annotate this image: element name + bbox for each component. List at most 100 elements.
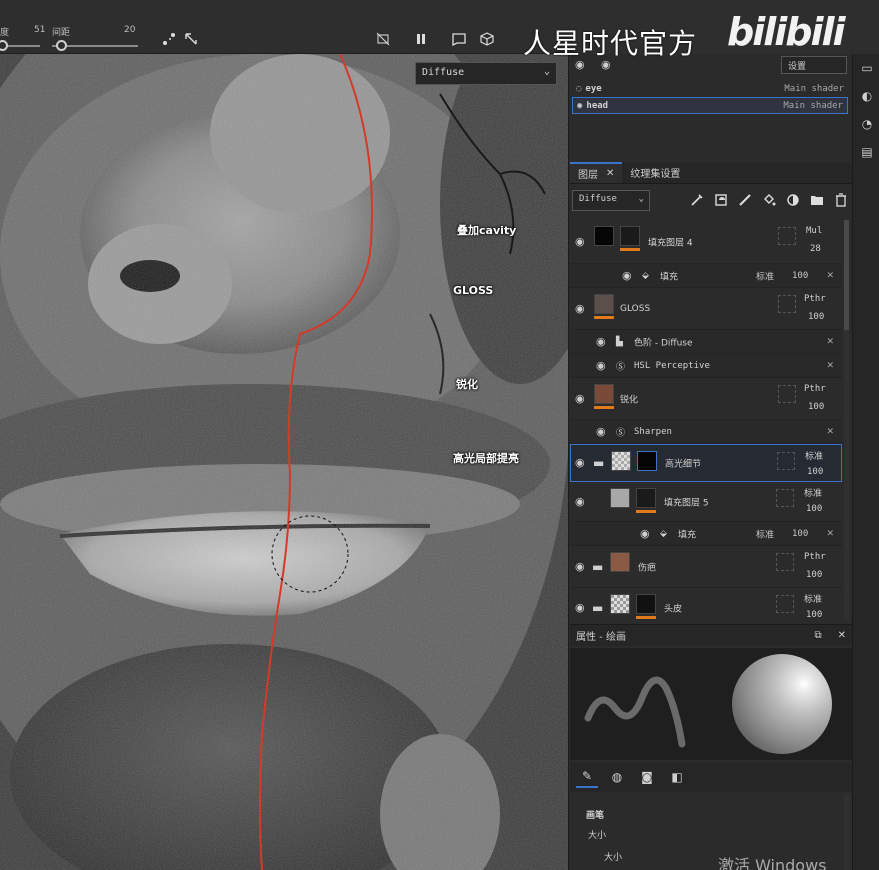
layer-opacity[interactable]: 100 [806,504,822,514]
display-settings-icon[interactable]: ▭ [859,60,875,76]
close-icon[interactable]: ✕ [826,361,834,371]
lazy-mouse-icon[interactable] [182,30,200,48]
layer-opacity[interactable]: 100 [808,312,824,322]
layer-blend-mode[interactable]: 标准 [805,449,823,462]
layer-effect-row[interactable]: ◉ ⬙ 填充 标准 100 ✕ [570,522,842,546]
pause-icon[interactable] [412,30,430,48]
environment-icon[interactable]: ◐ [859,88,875,104]
stencil-icon[interactable]: ◙ [636,766,658,788]
spacing-slider-knob[interactable] [56,40,67,51]
eye-icon[interactable]: ◉ [577,101,582,111]
close-icon[interactable]: ✕ [838,630,846,641]
layer-blend-mode[interactable]: 标准 [804,486,822,499]
layer-mask-slot[interactable] [776,489,794,507]
eye-icon[interactable]: ◉ [596,426,610,437]
layer-mask-slot[interactable] [776,595,794,613]
layer-blend-mode[interactable]: Pthr [804,384,826,394]
eye-icon[interactable]: ◉ [596,336,610,347]
layer-opacity[interactable]: 100 [806,610,822,620]
viewport-channel-select[interactable]: Diffuse ⌄ [415,62,557,85]
layer-blend-mode[interactable]: Mul [806,226,822,236]
eye-icon[interactable]: ◉ [575,457,589,468]
scrollbar-thumb[interactable] [844,220,849,330]
camera-icon[interactable] [450,30,468,48]
eye-icon[interactable]: ◉ [575,393,589,404]
eye-icon[interactable]: ◉ [575,602,589,613]
history-icon[interactable]: ◔ [859,116,875,132]
brush-icon[interactable]: ✎ [576,766,598,788]
shader-row-head[interactable]: ◉ head Main shader [572,97,848,114]
material-icon[interactable]: ◧ [666,766,688,788]
popout-icon[interactable]: ⧉ [814,630,821,641]
folder-icon[interactable]: ▬ [592,601,603,615]
log-icon[interactable]: ▤ [859,144,875,160]
eye-icon[interactable]: ◉ [640,528,654,539]
eye-icon[interactable]: ◉ [575,496,589,507]
cube-icon[interactable] [478,30,496,48]
close-icon[interactable]: ✕ [826,271,834,281]
layer-effect-row[interactable]: ◉ Ⓢ Sharpen ✕ [570,420,842,444]
camera-off-icon[interactable] [374,30,392,48]
layer-effect-row[interactable]: ◉ ▙ 色阶 - Diffuse ✕ [570,330,842,354]
layer-effect-row[interactable]: ◉ ⬙ 填充 标准 100 ✕ [570,264,842,288]
layers-scrollbar[interactable] [844,220,849,620]
add-mask-icon[interactable] [712,191,730,209]
layer-mask-slot[interactable] [778,295,796,313]
size-value[interactable]: 51 [34,25,45,35]
eye-icon[interactable]: ◉ [575,561,589,572]
close-icon[interactable]: ✕ [826,529,834,539]
layer-effect-row[interactable]: ◉ Ⓢ HSL Perceptive ✕ [570,354,842,378]
eye-icon[interactable]: ◉ [622,270,636,281]
layer-row[interactable]: ◉ GLOSS Pthr 100 [570,288,842,330]
add-smart-material-icon[interactable] [784,191,802,209]
effect-blend-mode[interactable]: 标准 [756,527,774,540]
delete-layer-icon[interactable] [832,191,850,209]
close-icon[interactable]: ✕ [826,427,834,437]
effect-opacity[interactable]: 100 [792,271,808,281]
size-slider-knob[interactable] [0,40,8,51]
effect-opacity[interactable]: 100 [792,529,808,539]
layer-mask-slot[interactable] [778,385,796,403]
add-fill-layer-icon[interactable] [760,191,778,209]
layer-blend-mode[interactable]: 标准 [804,592,822,605]
close-icon[interactable]: ✕ [606,168,614,179]
layer-name: GLOSS [620,303,651,314]
alpha-icon[interactable]: ◍ [606,766,628,788]
add-effect-icon[interactable] [688,191,706,209]
tab-layers[interactable]: 图层 ✕ [570,162,623,183]
layer-folder-row[interactable]: ◉ ▬ 头皮 标准 100 [570,588,842,620]
layer-channel-select[interactable]: Diffuse ⌄ [572,189,650,211]
tab-texture-set-settings[interactable]: 纹理集设置 [622,162,688,183]
layer-opacity[interactable]: 28 [810,244,821,254]
layer-opacity[interactable]: 100 [807,467,823,477]
effect-blend-mode[interactable]: 标准 [756,269,774,282]
spacing-value[interactable]: 20 [124,25,135,35]
layer-row[interactable]: ◉ 填充图层 4 Mul 28 [570,220,842,264]
layer-opacity[interactable]: 100 [806,570,822,580]
layer-opacity[interactable]: 100 [808,402,824,412]
eye-icon[interactable]: ◌ [576,84,581,94]
tool-props-scrollbar[interactable] [844,794,850,870]
add-paint-layer-icon[interactable] [736,191,754,209]
symmetry-icon[interactable] [160,30,178,48]
layer-row[interactable]: ◉ 填充图层 5 标准 100 [570,482,842,522]
folder-icon[interactable]: ▬ [592,560,603,574]
shader-settings-dropdown[interactable]: 设置 [781,56,847,74]
layer-mask-slot[interactable] [776,553,794,571]
3d-viewport[interactable]: Diffuse ⌄ 叠加cavity GLOSS 锐化 高光局部提亮 [0,54,568,870]
layer-mask-slot[interactable] [777,452,795,470]
eye-icon[interactable]: ◉ [575,236,589,247]
shader-row-eye[interactable]: ◌ eye Main shader [572,80,848,97]
close-icon[interactable]: ✕ [826,337,834,347]
layer-mask-slot[interactable] [778,227,796,245]
eye-icon[interactable]: ◉ [596,360,610,371]
layer-folder-row[interactable]: ◉ ▬ 伤疤 Pthr 100 [570,546,842,588]
layer-blend-mode[interactable]: Pthr [804,552,826,562]
layer-folder-row[interactable]: ◉ ▬ 高光细节 标准 100 [570,444,842,482]
add-folder-icon[interactable] [808,191,826,209]
folder-icon[interactable]: ▬ [593,456,604,470]
layer-row[interactable]: ◉ 锐化 Pthr 100 [570,378,842,420]
layer-blend-mode[interactable]: Pthr [804,294,826,304]
shader-row-shader: Main shader [784,83,844,94]
eye-icon[interactable]: ◉ [575,303,589,314]
